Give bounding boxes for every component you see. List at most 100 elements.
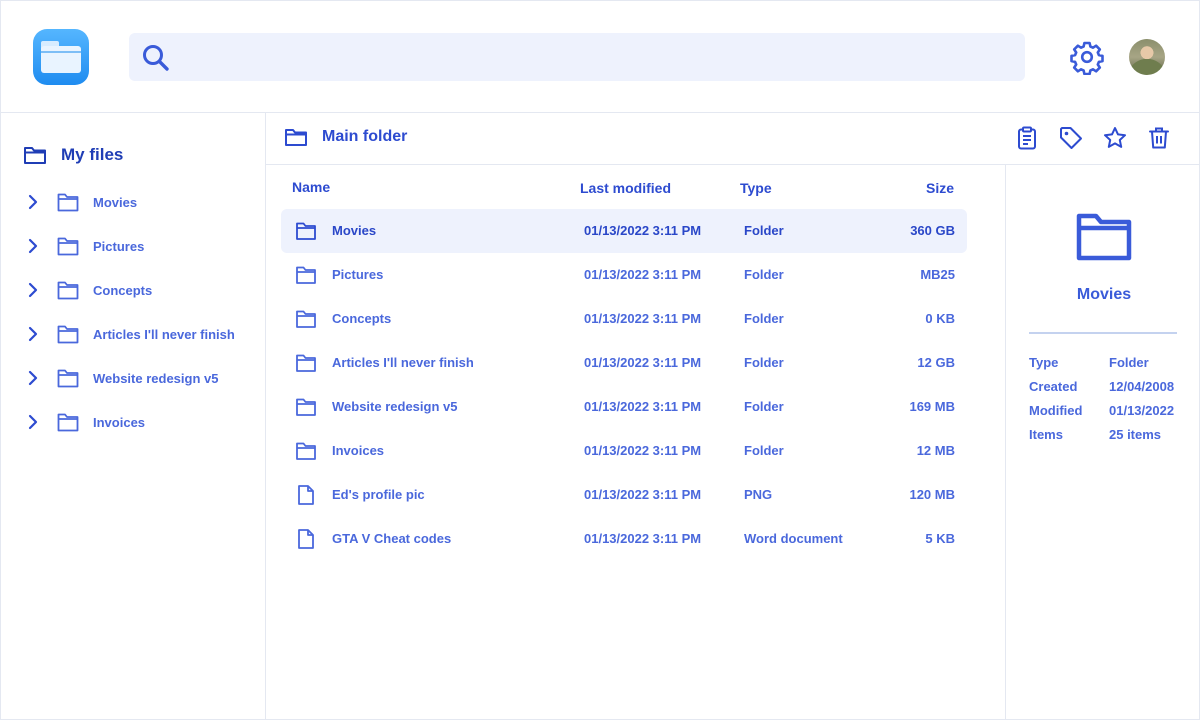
divider [1029, 332, 1177, 334]
column-header-modified[interactable]: Last modified [580, 180, 671, 196]
star-icon[interactable] [1102, 125, 1128, 151]
details-value: Folder [1109, 355, 1149, 370]
file-size: 169 MB [909, 399, 955, 414]
folder-icon [296, 266, 316, 284]
sidebar-title[interactable]: My files [23, 143, 123, 167]
file-icon [298, 485, 314, 505]
chevron-right-icon[interactable] [23, 280, 43, 300]
sidebar-item-website-redesign[interactable]: Website redesign v5 [23, 366, 253, 390]
chevron-right-icon[interactable] [23, 192, 43, 212]
details-key: Modified [1029, 403, 1083, 418]
file-name: GTA V Cheat codes [332, 531, 452, 546]
chevron-right-icon[interactable] [23, 324, 43, 344]
search-bar[interactable] [129, 33, 1025, 81]
main-toolbar: Main folder [266, 113, 1200, 165]
app-logo-icon[interactable] [33, 29, 89, 85]
sidebar: My files Movies Pictures Concepts Articl… [1, 113, 266, 720]
details-title: Movies [1076, 286, 1132, 303]
file-modified: 01/13/2022 3:11 PM [584, 487, 702, 502]
table-row[interactable]: Articles I'll never finish 01/13/2022 3:… [281, 341, 967, 385]
file-name: Ed's profile pic [332, 487, 425, 502]
file-manager-window: My files Movies Pictures Concepts Articl… [0, 0, 1200, 720]
file-size: 12 GB [917, 355, 955, 370]
file-size: MB25 [920, 267, 955, 282]
folder-icon [57, 193, 79, 212]
folder-icon [296, 310, 316, 328]
file-modified: 01/13/2022 3:11 PM [584, 223, 702, 238]
details-value: 01/13/2022 [1109, 403, 1175, 418]
details-key: Items [1029, 427, 1063, 442]
sidebar-item-label: Website redesign v5 [93, 370, 219, 386]
search-icon [143, 45, 169, 71]
folder-icon [296, 398, 316, 416]
file-icon [298, 529, 314, 549]
file-modified: 01/13/2022 3:11 PM [584, 531, 702, 546]
folder-icon [57, 413, 79, 432]
sidebar-item-label: Pictures [93, 238, 145, 254]
file-size: 120 MB [909, 487, 955, 502]
table-row[interactable]: Website redesign v5 01/13/2022 3:11 PM F… [281, 385, 967, 429]
chevron-right-icon[interactable] [23, 236, 43, 256]
file-modified: 01/13/2022 3:11 PM [584, 267, 702, 282]
table-row[interactable]: Pictures 01/13/2022 3:11 PM Folder MB25 [281, 253, 967, 297]
file-modified: 01/13/2022 3:11 PM [584, 399, 702, 414]
column-header-type[interactable]: Type [740, 180, 772, 196]
table-row[interactable]: Concepts 01/13/2022 3:11 PM Folder 0 KB [281, 297, 967, 341]
file-modified: 01/13/2022 3:11 PM [584, 355, 702, 370]
file-size: 360 GB [910, 223, 955, 238]
file-type: Folder [744, 223, 784, 238]
folder-icon [285, 129, 307, 146]
file-type: PNG [744, 487, 773, 502]
file-name: Movies [332, 223, 377, 238]
file-type: Word document [744, 531, 843, 546]
sidebar-item-invoices[interactable]: Invoices [23, 410, 253, 434]
folder-icon [57, 325, 79, 344]
table-row[interactable]: GTA V Cheat codes 01/13/2022 3:11 PM Wor… [281, 517, 967, 561]
file-name: Invoices [332, 443, 385, 458]
sidebar-item-label: Movies [93, 194, 138, 210]
current-folder-title: Main folder [322, 128, 408, 145]
file-name: Articles I'll never finish [332, 355, 474, 370]
column-header-name[interactable]: Name [292, 179, 330, 195]
folder-icon [296, 442, 316, 460]
column-header-size[interactable]: Size [926, 180, 954, 196]
details-field: Items 25 items [1029, 427, 1199, 445]
sidebar-item-pictures[interactable]: Pictures [23, 234, 253, 258]
sidebar-item-concepts[interactable]: Concepts [23, 278, 253, 302]
table-row[interactable]: Movies 01/13/2022 3:11 PM Folder 360 GB [281, 209, 967, 253]
sidebar-item-label: Concepts [93, 282, 153, 298]
chevron-right-icon[interactable] [23, 412, 43, 432]
file-name: Pictures [332, 267, 384, 282]
folder-icon [24, 147, 46, 164]
folder-icon [1076, 213, 1132, 261]
sidebar-item-label: Articles I'll never finish [93, 326, 235, 342]
folder-icon [57, 237, 79, 256]
file-type: Folder [744, 267, 784, 282]
tag-icon[interactable] [1058, 125, 1084, 151]
sidebar-title-label: My files [61, 145, 124, 164]
file-type: Folder [744, 311, 784, 326]
folder-icon [296, 354, 316, 372]
gear-icon[interactable] [1069, 39, 1105, 75]
sidebar-item-label: Invoices [93, 414, 146, 430]
search-input[interactable] [185, 33, 1005, 81]
avatar[interactable] [1129, 39, 1165, 75]
file-type: Folder [744, 399, 784, 414]
file-size: 12 MB [916, 443, 955, 458]
details-key: Created [1029, 379, 1078, 394]
file-name: Concepts [332, 311, 392, 326]
clipboard-icon[interactable] [1014, 125, 1040, 151]
details-field: Created 12/04/2008 [1029, 379, 1199, 397]
file-size: 5 KB [925, 531, 955, 546]
breadcrumb[interactable]: Main folder [284, 127, 407, 147]
sidebar-item-movies[interactable]: Movies [23, 190, 253, 214]
table-row[interactable]: Ed's profile pic 01/13/2022 3:11 PM PNG … [281, 473, 967, 517]
sidebar-item-articles[interactable]: Articles I'll never finish [23, 322, 253, 346]
file-type: Folder [744, 355, 784, 370]
table-row[interactable]: Invoices 01/13/2022 3:11 PM Folder 12 MB [281, 429, 967, 473]
file-modified: 01/13/2022 3:11 PM [584, 311, 702, 326]
trash-icon[interactable] [1146, 125, 1172, 151]
folder-icon [57, 369, 79, 388]
file-type: Folder [744, 443, 784, 458]
chevron-right-icon[interactable] [23, 368, 43, 388]
